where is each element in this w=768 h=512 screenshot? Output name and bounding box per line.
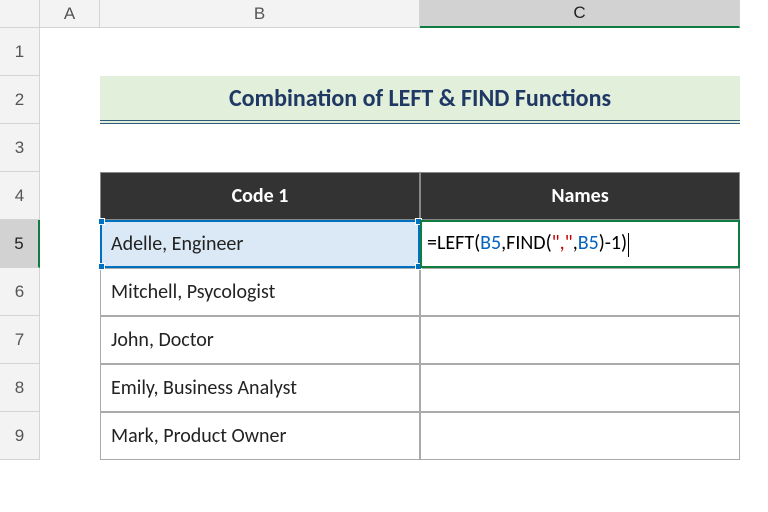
row-header-9[interactable]: 9 <box>0 412 40 460</box>
cell-B9[interactable]: Mark, Product Owner <box>100 412 420 460</box>
cell-B1[interactable] <box>100 28 420 76</box>
row-header-6[interactable]: 6 <box>0 268 40 316</box>
cell-A8[interactable] <box>40 364 100 412</box>
cell-B3[interactable] <box>100 124 420 172</box>
row-header-4[interactable]: 4 <box>0 172 40 220</box>
cell-C1[interactable] <box>420 28 740 76</box>
cell-B7[interactable]: John, Doctor <box>100 316 420 364</box>
spreadsheet-grid[interactable]: A B C 1 2 Combination of LEFT & FIND Fun… <box>0 0 740 460</box>
cell-A2[interactable] <box>40 76 100 124</box>
cell-B8-value: Emily, Business Analyst <box>111 376 297 400</box>
cell-B5[interactable]: Adelle, Engineer <box>100 220 420 268</box>
cell-A7[interactable] <box>40 316 100 364</box>
row-header-8[interactable]: 8 <box>0 364 40 412</box>
cell-A9[interactable] <box>40 412 100 460</box>
cell-C6[interactable] <box>420 268 740 316</box>
cell-C9[interactable] <box>420 412 740 460</box>
col-header-B[interactable]: B <box>100 0 420 28</box>
cell-B6[interactable]: Mitchell, Psycologist <box>100 268 420 316</box>
cell-C3[interactable] <box>420 124 740 172</box>
cell-B8[interactable]: Emily, Business Analyst <box>100 364 420 412</box>
select-all-corner[interactable] <box>0 0 40 28</box>
cell-B5-value: Adelle, Engineer <box>111 232 243 256</box>
cell-A3[interactable] <box>40 124 100 172</box>
cell-A4[interactable] <box>40 172 100 220</box>
row-header-5[interactable]: 5 <box>0 220 40 268</box>
formula-text: =LEFT(B5,FIND(",",B5)-1) <box>427 231 629 256</box>
cell-A1[interactable] <box>40 28 100 76</box>
cell-C7[interactable] <box>420 316 740 364</box>
cell-A6[interactable] <box>40 268 100 316</box>
cell-A5[interactable] <box>40 220 100 268</box>
table-header-code1[interactable]: Code 1 <box>100 172 420 220</box>
col-header-C[interactable]: C <box>420 0 740 28</box>
row-header-2[interactable]: 2 <box>0 76 40 124</box>
cell-B9-value: Mark, Product Owner <box>111 424 286 448</box>
row-header-3[interactable]: 3 <box>0 124 40 172</box>
cell-B7-value: John, Doctor <box>111 328 214 352</box>
col-header-A[interactable]: A <box>40 0 100 28</box>
row-header-7[interactable]: 7 <box>0 316 40 364</box>
row-header-1[interactable]: 1 <box>0 28 40 76</box>
cell-C5-editing[interactable]: =LEFT(B5,FIND(",",B5)-1) <box>420 220 740 268</box>
table-header-names[interactable]: Names <box>420 172 740 220</box>
cell-B6-value: Mitchell, Psycologist <box>111 280 275 304</box>
title-banner: Combination of LEFT & FIND Functions <box>100 76 740 124</box>
cell-C8[interactable] <box>420 364 740 412</box>
